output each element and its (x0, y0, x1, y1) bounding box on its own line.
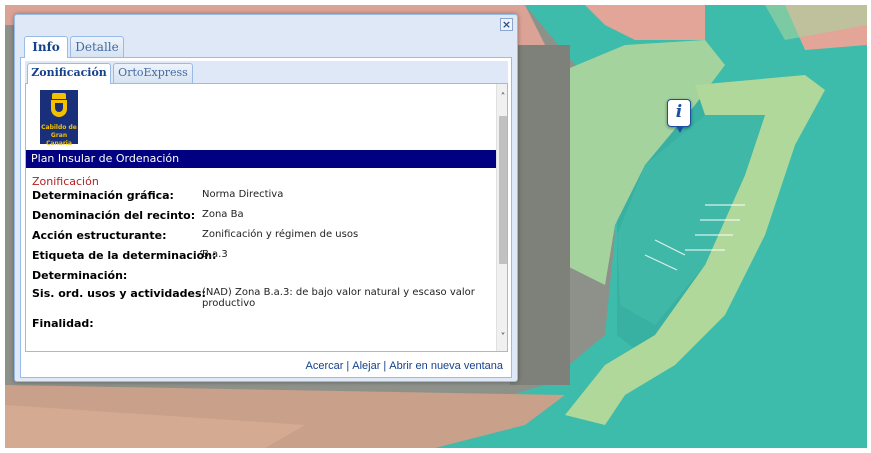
tab-detalle[interactable]: Detalle (70, 36, 124, 57)
info-popup-window: × Info Detalle Zonificación OrtoExpress … (14, 14, 518, 382)
crest-icon (50, 93, 68, 119)
popup-footer: Acercar | Alejar | Abrir en nueva ventana (306, 360, 504, 372)
tab-ortoexpress[interactable]: OrtoExpress (113, 63, 193, 83)
attribute-label: Etiqueta de la determinación: (32, 249, 217, 262)
feature-info-content[interactable]: Cabildo de Gran Canaria Plan Insular de … (25, 84, 508, 352)
attribute-value: B.a.3 (202, 249, 228, 260)
attribute-label: Determinación: (32, 269, 128, 282)
info-marker-glyph: i (675, 102, 683, 122)
tab-zonificacion[interactable]: Zonificación (27, 63, 111, 84)
attribute-label: Sis. ord. usos y actividades: (32, 287, 206, 300)
tab-info[interactable]: Info (24, 36, 68, 58)
zoom-in-link[interactable]: Acercar (306, 360, 344, 372)
footer-separator: | (383, 360, 387, 372)
attribute-value: Zona Ba (202, 209, 244, 220)
close-button[interactable]: × (500, 18, 513, 31)
attribute-label: Determinación gráfica: (32, 189, 174, 202)
plan-header: Plan Insular de Ordenación (26, 150, 496, 168)
attribute-value: Zonificación y régimen de usos (202, 229, 359, 240)
attribute-label: Denominación del recinto: (32, 209, 196, 222)
logo-text-line1: Cabildo de (41, 124, 77, 131)
content-scrollbar[interactable]: ˄ ˅ (496, 84, 507, 351)
sub-tab-strip: Zonificación OrtoExpress (25, 61, 508, 84)
attribute-value: Norma Directiva (202, 189, 284, 200)
main-tab-strip: Info Detalle (20, 35, 512, 58)
logo-text-line2: Gran Canaria (46, 132, 72, 147)
logo-text: Cabildo de Gran Canaria (40, 124, 78, 148)
attribute-value: (NAD) Zona B.a.3: de bajo valor natural … (202, 287, 475, 309)
attribute-label: Acción estructurante: (32, 229, 167, 242)
footer-separator: | (346, 360, 350, 372)
info-tab-panel: Zonificación OrtoExpress Cabildo de Gran… (20, 58, 512, 378)
section-title: Zonificación (32, 175, 99, 188)
scroll-up-icon[interactable]: ˄ (497, 92, 507, 104)
zoom-out-link[interactable]: Alejar (352, 360, 380, 372)
cabildo-logo: Cabildo de Gran Canaria (40, 90, 78, 147)
info-marker-icon[interactable]: i (667, 99, 691, 133)
open-new-window-link[interactable]: Abrir en nueva ventana (389, 360, 503, 372)
attribute-label: Finalidad: (32, 317, 94, 330)
scroll-thumb[interactable] (499, 116, 507, 264)
scroll-down-icon[interactable]: ˅ (497, 332, 507, 344)
